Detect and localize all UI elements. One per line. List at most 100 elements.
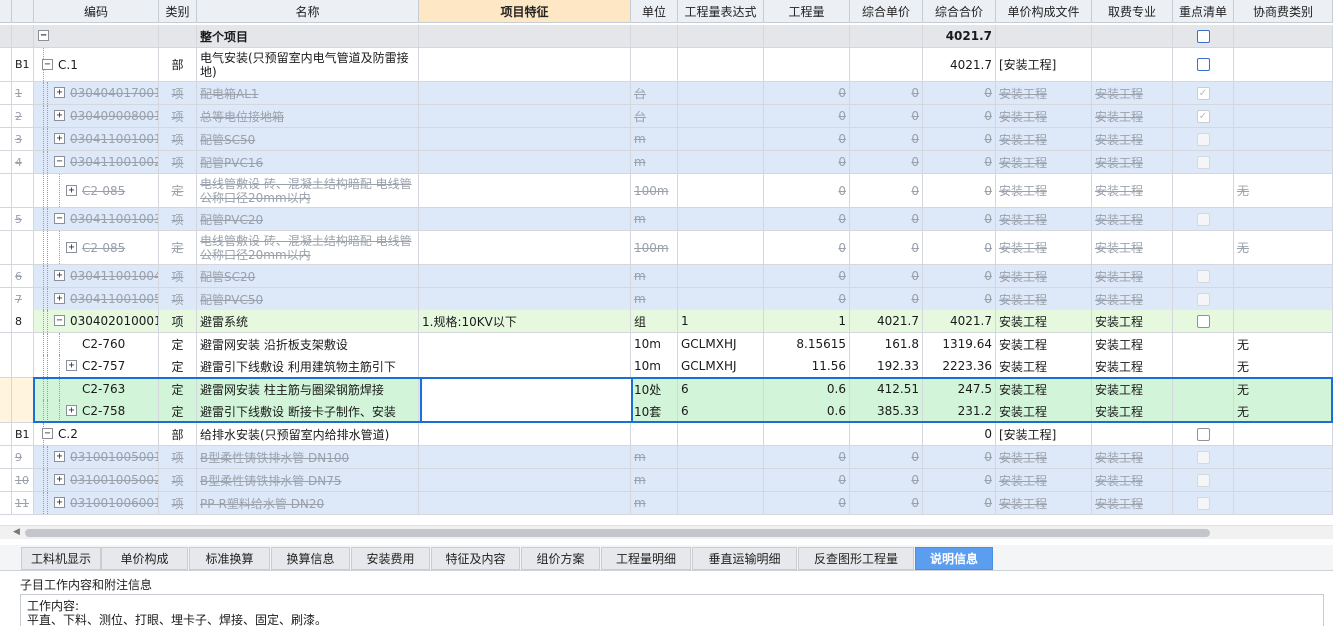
price-file-cell[interactable]: 安装工程	[996, 288, 1092, 311]
collapse-icon[interactable]: −	[54, 315, 65, 326]
fee-specialty-cell[interactable]: 安装工程	[1092, 105, 1173, 128]
fee-specialty-cell[interactable]	[1092, 423, 1173, 446]
category-cell[interactable]: 项	[159, 265, 197, 288]
unit-cell[interactable]: 台	[631, 105, 678, 128]
unit-price-cell[interactable]: 0	[850, 208, 923, 231]
name-cell[interactable]: 配管SC50	[197, 128, 419, 151]
code-cell[interactable]: +031001006001	[34, 492, 159, 515]
unit-price-cell[interactable]: 192.33	[850, 355, 923, 378]
expand-icon[interactable]: +	[66, 405, 77, 416]
row-indicator[interactable]	[0, 174, 12, 208]
fee-specialty-cell[interactable]: 安装工程	[1092, 82, 1173, 105]
price-file-cell[interactable]: 安装工程	[996, 208, 1092, 231]
scroll-left-icon[interactable]: ◀	[13, 527, 20, 537]
total-price-cell[interactable]: 2223.36	[923, 355, 996, 378]
price-file-cell[interactable]: [安装工程]	[996, 423, 1092, 446]
unit-price-cell[interactable]: 0	[850, 446, 923, 469]
table-row[interactable]: B1 − C.2 部 给排水安装(只预留室内给排水管道) 0 [安装工程]	[0, 423, 1333, 446]
total-price-cell[interactable]: 0	[923, 174, 996, 208]
key-list-cell[interactable]	[1173, 151, 1234, 174]
key-list-checkbox[interactable]: ✓	[1196, 86, 1210, 100]
unit-cell[interactable]: 10处	[631, 378, 678, 401]
quantity-cell[interactable]: 0	[764, 128, 850, 151]
price-file-cell[interactable]: 安装工程	[996, 128, 1092, 151]
table-row[interactable]: + C2-758 定 避雷引下线敷设 断接卡子制作、安装 10套 6 0.6 385.33 23…	[0, 400, 1333, 423]
quantity-cell[interactable]: 0	[764, 492, 850, 515]
collapse-icon[interactable]: −	[38, 30, 49, 41]
total-price-cell[interactable]: 231.2	[923, 400, 996, 423]
table-row[interactable]: 8 −030402010001 项 避雷系统 1.规格:10KV以下 组 1 1 4021.7 4…	[0, 310, 1333, 333]
category-cell[interactable]: 项	[159, 151, 197, 174]
total-price-cell[interactable]: 0	[923, 82, 996, 105]
row-indicator[interactable]	[0, 378, 12, 401]
row-indicator[interactable]	[0, 82, 12, 105]
unit-cell[interactable]: m	[631, 128, 678, 151]
price-file-cell[interactable]: [安装工程]	[996, 48, 1092, 82]
feature-cell[interactable]	[419, 378, 631, 401]
key-list-cell[interactable]	[1173, 231, 1234, 265]
price-file-cell[interactable]: 安装工程	[996, 231, 1092, 265]
feature-cell[interactable]	[419, 48, 631, 82]
quantity-cell[interactable]: 0	[764, 208, 850, 231]
key-list-cell[interactable]	[1173, 288, 1234, 311]
unit-price-cell[interactable]: 4021.7	[850, 310, 923, 333]
total-price-cell[interactable]: 4021.7	[923, 48, 996, 82]
expression-cell[interactable]	[678, 128, 764, 151]
collapse-icon[interactable]: −	[54, 156, 65, 167]
quantity-cell[interactable]: 0.6	[764, 400, 850, 423]
tab-6[interactable]: 组价方案	[521, 547, 600, 570]
unit-price-cell[interactable]: 0	[850, 265, 923, 288]
expression-cell[interactable]: 6	[678, 378, 764, 401]
total-price-cell[interactable]: 0	[923, 492, 996, 515]
feature-cell[interactable]	[419, 446, 631, 469]
expand-icon[interactable]: +	[54, 133, 65, 144]
price-file-cell[interactable]: 安装工程	[996, 82, 1092, 105]
negotiated-fee-cell[interactable]	[1234, 25, 1333, 48]
total-price-cell[interactable]: 0	[923, 208, 996, 231]
info-content-box[interactable]: 工作内容: 平直、下料、测位、打眼、埋卡子、焊接、固定、刷漆。	[20, 594, 1324, 626]
quantity-cell[interactable]: 1	[764, 310, 850, 333]
key-list-cell[interactable]	[1173, 492, 1234, 515]
fee-specialty-cell[interactable]: 安装工程	[1092, 151, 1173, 174]
total-price-cell[interactable]: 0	[923, 151, 996, 174]
unit-cell[interactable]: m	[631, 288, 678, 311]
feature-cell[interactable]	[419, 208, 631, 231]
unit-price-cell[interactable]: 412.51	[850, 378, 923, 401]
total-price-cell[interactable]: 0	[923, 288, 996, 311]
table-row[interactable]: + C2-085 定 电线管敷设 砖、混凝土结构暗配 电线管公称口径20mm以内 100…	[0, 174, 1333, 208]
category-cell[interactable]: 项	[159, 128, 197, 151]
quantity-cell[interactable]: 0	[764, 446, 850, 469]
code-cell[interactable]: +031001005001	[34, 446, 159, 469]
tab-7[interactable]: 工程量明细	[601, 547, 691, 570]
quantity-cell[interactable]: 0	[764, 469, 850, 492]
key-list-cell[interactable]	[1173, 208, 1234, 231]
feature-cell[interactable]	[419, 469, 631, 492]
table-row[interactable]: 5 −030411001003 项 配管PVC20 m 0 0 0 安装工程 安装工程	[0, 208, 1333, 231]
category-cell[interactable]: 部	[159, 423, 197, 446]
table-row[interactable]: C2-760 定 避雷网安装 沿折板支架敷设 10m GCLMXHJ 8.15615 161…	[0, 333, 1333, 356]
category-cell[interactable]: 部	[159, 48, 197, 82]
code-cell[interactable]: +030411001005	[34, 288, 159, 311]
unit-price-cell[interactable]	[850, 25, 923, 48]
unit-cell[interactable]: 10套	[631, 400, 678, 423]
header-negotiated-fee[interactable]: 协商费类别	[1234, 0, 1333, 23]
table-row[interactable]: 2 +030409008001 项 总等电位接地箱 台 0 0 0 安装工程 安装工程 ✓	[0, 105, 1333, 128]
feature-cell[interactable]	[419, 105, 631, 128]
category-cell[interactable]: 项	[159, 82, 197, 105]
unit-price-cell[interactable]: 0	[850, 82, 923, 105]
key-list-cell[interactable]: ✓	[1173, 105, 1234, 128]
table-row[interactable]: 11 +031001006001 项 PP-R塑料给水管 DN20 m 0 0 0 安装工程 安装…	[0, 492, 1333, 515]
row-indicator[interactable]	[0, 231, 12, 265]
unit-price-cell[interactable]: 0	[850, 174, 923, 208]
quantity-cell[interactable]: 8.15615	[764, 333, 850, 356]
negotiated-fee-cell[interactable]	[1234, 105, 1333, 128]
unit-cell[interactable]: m	[631, 446, 678, 469]
code-cell[interactable]: + C2-085	[34, 174, 159, 208]
expression-cell[interactable]	[678, 25, 764, 48]
unit-price-cell[interactable]: 0	[850, 492, 923, 515]
row-indicator[interactable]	[0, 105, 12, 128]
header-name[interactable]: 名称	[197, 0, 419, 23]
key-list-checkbox[interactable]	[1196, 450, 1210, 464]
fee-specialty-cell[interactable]: 安装工程	[1092, 333, 1173, 356]
fee-specialty-cell[interactable]	[1092, 48, 1173, 82]
